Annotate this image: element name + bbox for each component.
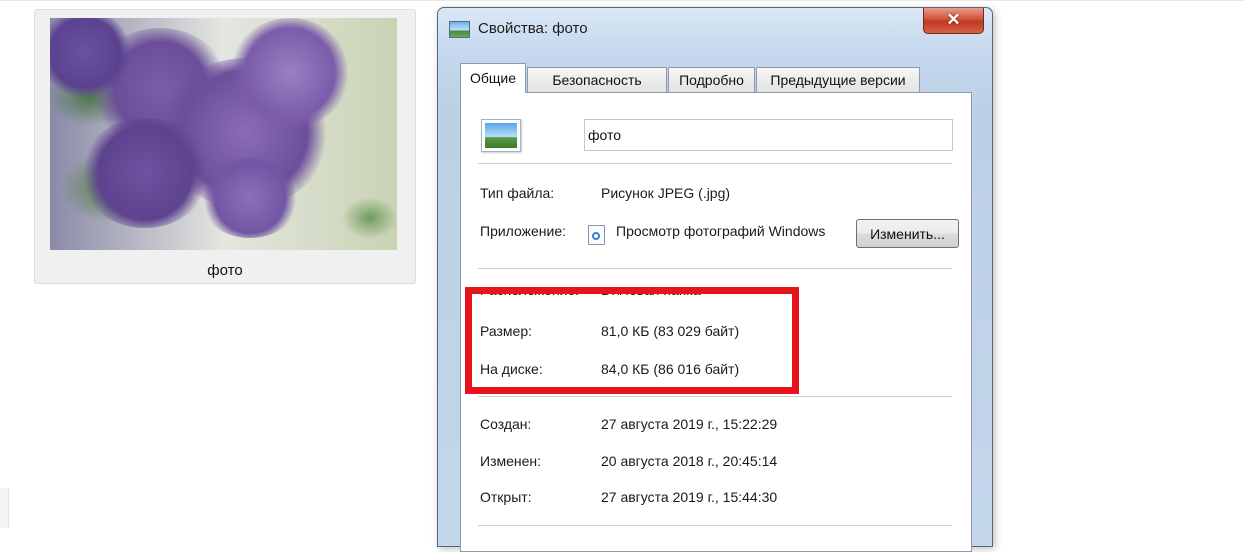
photo-viewer-icon [588,225,605,245]
photo-thumbnail [50,18,397,250]
explorer-left-edge [0,488,9,528]
dialog-title: Свойства: фото [478,20,588,37]
tab-details[interactable]: Подробно [668,67,755,92]
created-value: 27 августа 2019 г., 15:22:29 [601,416,778,432]
separator [478,268,952,269]
opened-value: 27 августа 2019 г., 15:44:30 [601,489,778,505]
file-type-label: Тип файла: [480,185,555,201]
tab-general[interactable]: Общие [460,63,526,93]
highlight-annotation [465,287,799,394]
app-label: Приложение: [480,223,567,239]
close-button[interactable]: ✕ [923,8,984,34]
explorer-top-border [0,0,1244,1]
tab-security[interactable]: Безопасность [527,67,667,92]
thumbnail-filename: фото [207,262,243,279]
tab-previous-versions[interactable]: Предыдущие версии [756,67,920,92]
modified-label: Изменен: [480,453,542,469]
image-file-icon [481,119,521,152]
modified-value: 20 августа 2018 г., 20:45:14 [601,453,778,469]
file-thumbnail-tile[interactable]: фото [34,9,416,284]
created-label: Создан: [480,416,532,432]
opened-label: Открыт: [480,489,532,505]
app-value: Просмотр фотографий Windows [616,223,826,239]
file-type-value: Рисунок JPEG (.jpg) [601,185,731,201]
file-name-field[interactable] [584,119,953,151]
separator [478,525,952,526]
change-app-button[interactable]: Изменить... [856,219,959,248]
properties-dialog: Свойства: фото ✕ Общие Безопасность Подр… [437,7,993,552]
image-file-icon [449,21,470,38]
separator [478,163,952,164]
separator [478,396,952,397]
